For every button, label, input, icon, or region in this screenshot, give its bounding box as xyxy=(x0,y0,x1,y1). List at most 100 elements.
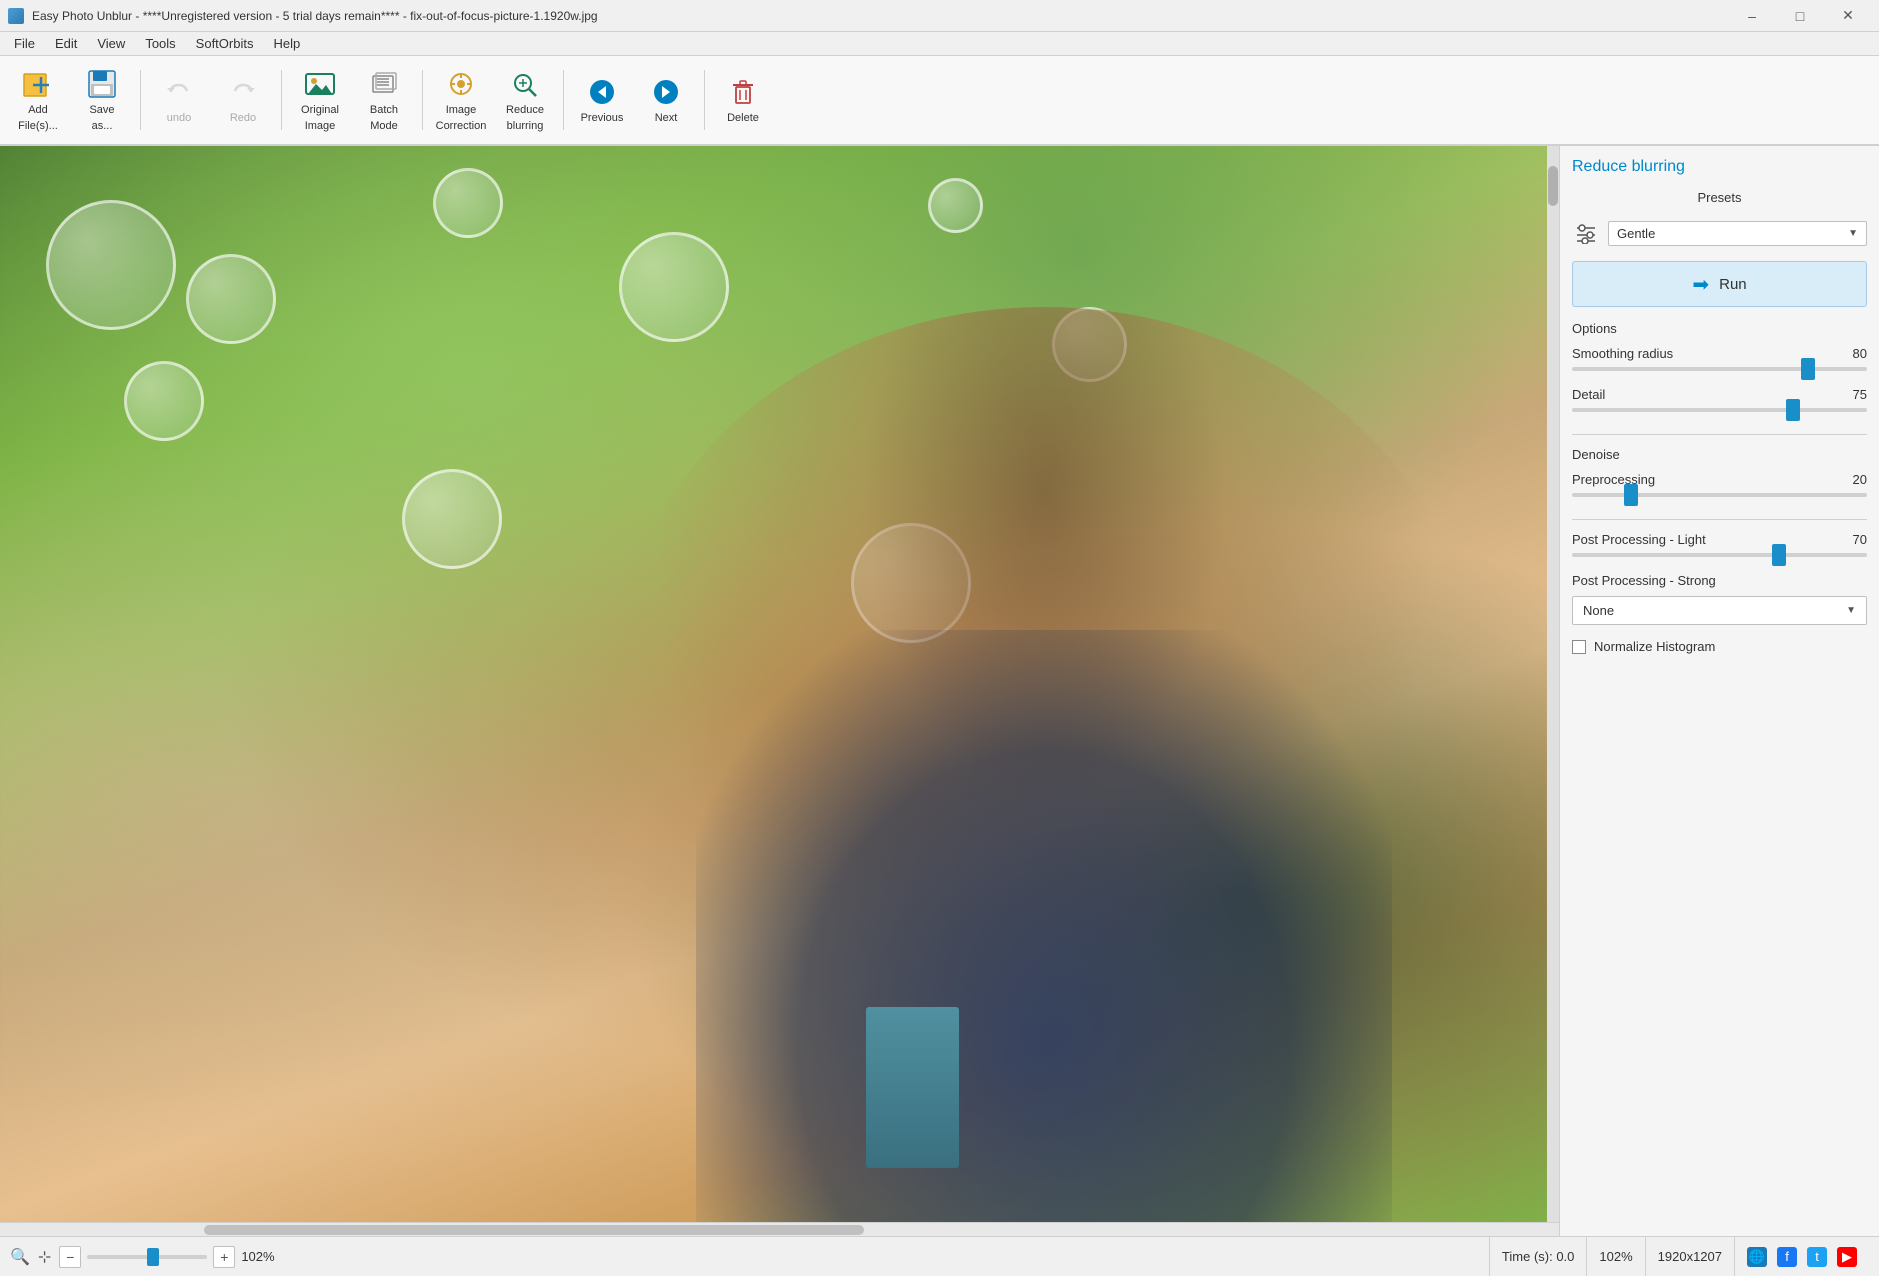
save-as-label2: as... xyxy=(92,120,113,132)
undo-icon xyxy=(163,76,195,108)
undo-button[interactable]: undo xyxy=(149,61,209,139)
youtube-icon[interactable]: ▶ xyxy=(1837,1247,1857,1267)
presets-selected: Gentle xyxy=(1617,226,1655,241)
menu-file[interactable]: File xyxy=(4,34,45,53)
add-files-button[interactable]: Add File(s)... xyxy=(8,61,68,139)
smoothing-radius-row: Smoothing radius 80 xyxy=(1572,346,1867,371)
original-image-button[interactable]: Original Image xyxy=(290,61,350,139)
batch-mode-button[interactable]: Batch Mode xyxy=(354,61,414,139)
preprocessing-track[interactable] xyxy=(1572,493,1867,497)
smoothing-radius-track[interactable] xyxy=(1572,367,1867,371)
reduce-icon xyxy=(509,68,541,100)
facebook-icon[interactable]: f xyxy=(1777,1247,1797,1267)
social-links: 🌐 f t ▶ xyxy=(1735,1247,1869,1267)
original-icon xyxy=(304,68,336,100)
image-inner xyxy=(0,146,1559,1222)
main-image[interactable] xyxy=(0,146,1547,1222)
reduce-blurring-label2: blurring xyxy=(507,120,544,132)
denoise-label: Denoise xyxy=(1572,447,1867,462)
post-processing-strong-arrow-icon: ▼ xyxy=(1846,605,1856,616)
magnifier-icon: 🔍 xyxy=(10,1247,30,1267)
separator-1 xyxy=(140,70,141,130)
previous-button[interactable]: Previous xyxy=(572,61,632,139)
normalize-histogram-row: Normalize Histogram xyxy=(1572,639,1867,654)
detail-track[interactable] xyxy=(1572,408,1867,412)
main-content: Reduce blurring Presets Gentle ▼ xyxy=(0,146,1879,1236)
post-processing-light-track[interactable] xyxy=(1572,553,1867,557)
zoom-in-button[interactable]: + xyxy=(213,1246,235,1268)
horizontal-scrollbar[interactable] xyxy=(0,1222,1559,1236)
original-image-label: Original xyxy=(301,104,339,116)
divider-1 xyxy=(1572,434,1867,435)
menu-edit[interactable]: Edit xyxy=(45,34,87,53)
redo-label: Redo xyxy=(230,112,256,124)
menu-bar: File Edit View Tools SoftOrbits Help xyxy=(0,32,1879,56)
preprocessing-thumb[interactable] xyxy=(1624,484,1638,506)
image-correction-label: Image xyxy=(446,104,477,116)
run-button[interactable]: ➡ Run xyxy=(1572,261,1867,307)
vertical-scrollbar[interactable] xyxy=(1547,146,1559,1222)
teal-container xyxy=(866,1007,959,1168)
original-image-label2: Image xyxy=(305,120,336,132)
post-processing-light-value: 70 xyxy=(1839,532,1867,547)
preprocessing-header: Preprocessing 20 xyxy=(1572,472,1867,487)
delete-label: Delete xyxy=(727,112,759,124)
image-correction-label2: Correction xyxy=(436,120,487,132)
detail-thumb[interactable] xyxy=(1786,399,1800,421)
previous-label: Previous xyxy=(581,112,624,124)
batch-mode-label2: Mode xyxy=(370,120,398,132)
image-correction-button[interactable]: Image Correction xyxy=(431,61,491,139)
bubble-7 xyxy=(402,469,502,569)
window-controls: – □ ✕ xyxy=(1729,0,1871,32)
add-files-label2: File(s)... xyxy=(18,120,58,132)
normalize-histogram-checkbox[interactable] xyxy=(1572,640,1586,654)
time-status: Time (s): 0.0 xyxy=(1490,1237,1587,1276)
twitter-icon[interactable]: t xyxy=(1807,1247,1827,1267)
post-processing-light-thumb[interactable] xyxy=(1772,544,1786,566)
zoom-status: 102% xyxy=(1587,1237,1645,1276)
menu-view[interactable]: View xyxy=(87,34,135,53)
redo-icon xyxy=(227,76,259,108)
jacket-area xyxy=(696,630,1392,1222)
maximize-button[interactable]: □ xyxy=(1777,0,1823,32)
zoom-slider-track[interactable] xyxy=(87,1255,207,1259)
close-button[interactable]: ✕ xyxy=(1825,0,1871,32)
status-left: 🔍 ⊹ − + 102% xyxy=(10,1246,1489,1268)
separator-2 xyxy=(281,70,282,130)
title-bar-left: Easy Photo Unblur - ****Unregistered ver… xyxy=(8,8,598,24)
bubble-5 xyxy=(124,361,204,441)
reduce-blurring-button[interactable]: Reduce blurring xyxy=(495,61,555,139)
scroll-thumb-horizontal[interactable] xyxy=(204,1225,864,1235)
presets-section: Presets xyxy=(1572,190,1867,205)
separator-5 xyxy=(704,70,705,130)
bubble-2 xyxy=(46,200,176,330)
menu-softorbits[interactable]: SoftOrbits xyxy=(186,34,264,53)
scroll-thumb-vertical[interactable] xyxy=(1548,166,1558,206)
website-icon[interactable]: 🌐 xyxy=(1747,1247,1767,1267)
separator-4 xyxy=(563,70,564,130)
bubble-4 xyxy=(619,232,729,342)
batch-icon xyxy=(368,68,400,100)
delete-button[interactable]: Delete xyxy=(713,61,773,139)
smoothing-radius-thumb[interactable] xyxy=(1801,358,1815,380)
smoothing-radius-header: Smoothing radius 80 xyxy=(1572,346,1867,361)
minimize-button[interactable]: – xyxy=(1729,0,1775,32)
detail-label: Detail xyxy=(1572,387,1605,402)
redo-button[interactable]: Redo xyxy=(213,61,273,139)
image-size-status: 1920x1207 xyxy=(1646,1237,1735,1276)
add-files-label: Add xyxy=(28,104,48,116)
next-button[interactable]: Next xyxy=(636,61,696,139)
delete-icon xyxy=(727,76,759,108)
post-processing-strong-label: Post Processing - Strong xyxy=(1572,573,1716,588)
zoom-controls: − + 102% xyxy=(59,1246,286,1268)
zoom-out-button[interactable]: − xyxy=(59,1246,81,1268)
smoothing-radius-value: 80 xyxy=(1839,346,1867,361)
presets-dropdown[interactable]: Gentle ▼ xyxy=(1608,221,1867,246)
menu-tools[interactable]: Tools xyxy=(135,34,185,53)
menu-help[interactable]: Help xyxy=(263,34,310,53)
zoom-slider-thumb[interactable] xyxy=(147,1248,159,1266)
preprocessing-row: Preprocessing 20 xyxy=(1572,472,1867,497)
post-processing-strong-dropdown[interactable]: None ▼ xyxy=(1572,596,1867,625)
save-as-button[interactable]: Save as... xyxy=(72,61,132,139)
presets-adjust-icon xyxy=(1572,219,1600,247)
